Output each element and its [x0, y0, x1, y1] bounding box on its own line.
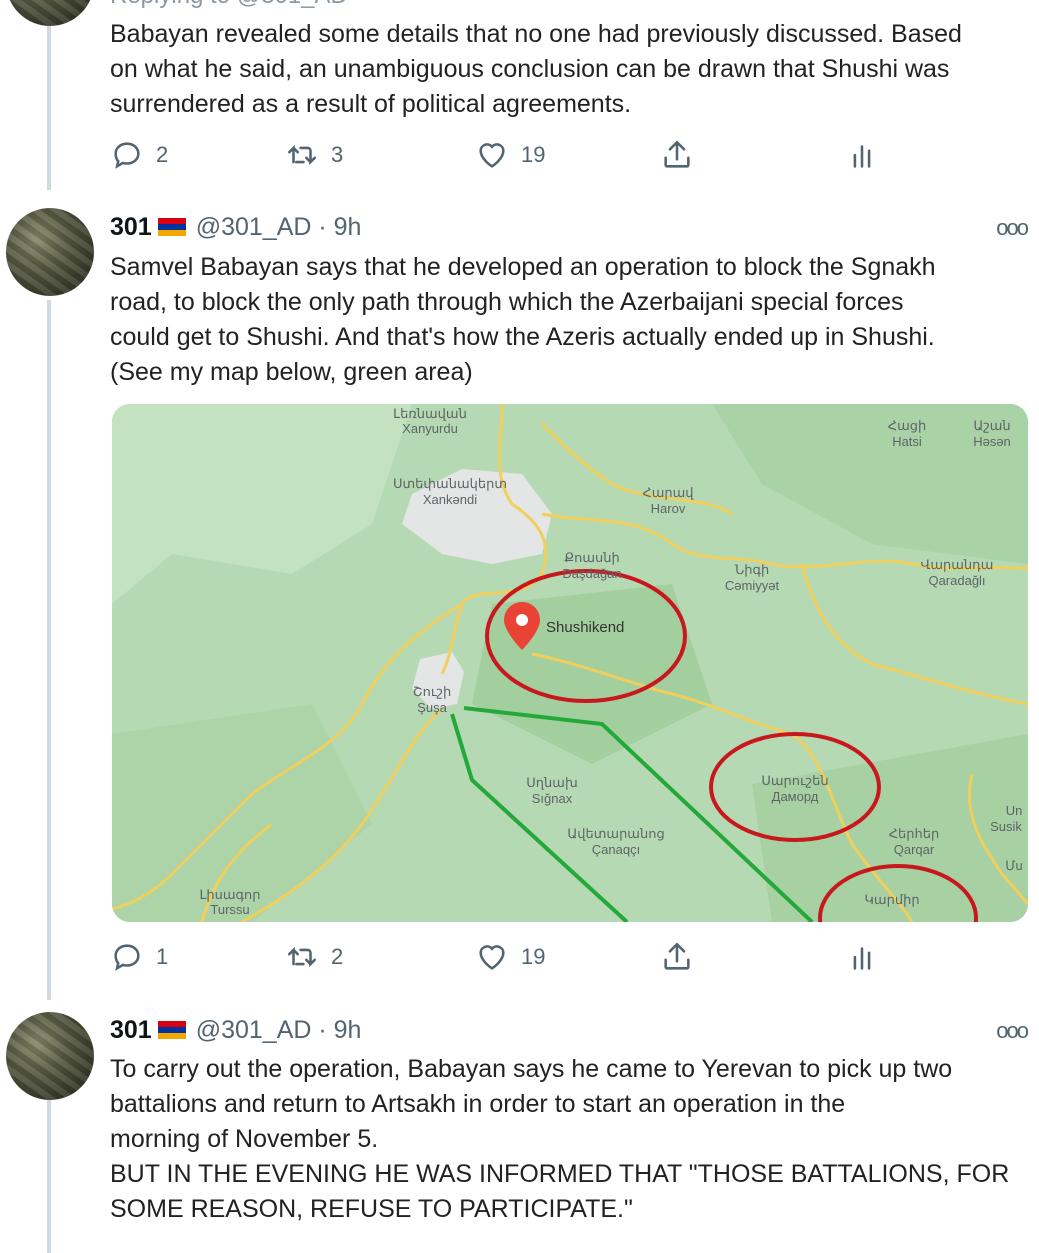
map-label: Həsən: [973, 434, 1011, 449]
map-label: Աշան: [973, 418, 1010, 433]
map-label: Şuşa: [417, 700, 447, 715]
like-button[interactable]: 19: [475, 138, 545, 172]
tweet-line: battalions and return to Artsakh in orde…: [110, 1090, 846, 1118]
map-label: Հարավ: [642, 485, 694, 500]
reply-button[interactable]: 2: [110, 138, 168, 172]
tweet-actions: 2 3 19: [110, 138, 910, 178]
map-label: Qarqar: [894, 842, 935, 857]
analytics-icon: [853, 145, 871, 168]
tweet-line: on what he said, an unambiguous conclusi…: [110, 55, 950, 83]
map-label: Un: [1006, 803, 1023, 818]
map-label: Susik: [990, 819, 1022, 834]
map-label: Լիսագոր: [199, 887, 260, 902]
map-label: Cəmiyyət: [725, 578, 780, 593]
armenia-flag-icon: [157, 1020, 186, 1040]
tweet-line: (See my map below, green area): [110, 358, 473, 386]
map-label: Xanyurdu: [402, 421, 458, 436]
armenia-flag-icon: [157, 217, 186, 237]
map-label-shushikend: Shushikend: [546, 619, 624, 636]
map-label: Ստեփանակերտ: [393, 476, 507, 491]
tweet-header: 301 @301_AD · 9h: [110, 212, 361, 242]
avatar[interactable]: [6, 0, 94, 26]
tweet-line: road, to block the only path through whi…: [110, 288, 904, 316]
tweet-text: Samvel Babayan says that he developed an…: [110, 250, 1020, 390]
map-label: Հացի: [888, 418, 926, 433]
map-label: Daşdağan: [562, 566, 621, 581]
thread-line-2: [47, 300, 51, 1000]
map-label: Qaradağlı: [928, 573, 985, 588]
handle-time[interactable]: @301_AD · 9h: [196, 1015, 362, 1045]
like-button[interactable]: 19: [475, 940, 545, 974]
retweet-icon: [287, 144, 317, 166]
map-label: Çanaqçı: [592, 842, 640, 857]
map-label: Turssu: [210, 902, 249, 917]
tweet-line: could get to Shushi. And that's how the …: [110, 323, 935, 351]
map-label: Xankəndi: [423, 492, 477, 507]
retweet-icon: [287, 946, 317, 968]
map-label: Լեռնավան: [393, 406, 467, 421]
reply-button[interactable]: 1: [110, 940, 168, 974]
tweet-line: surrendered as a result of political agr…: [110, 90, 632, 118]
reply-count: 2: [156, 142, 169, 167]
map-label: Hatsi: [892, 434, 922, 449]
more-options-icon[interactable]: ooo: [996, 1018, 1029, 1044]
tweet-line: BUT IN THE EVENING HE WAS INFORMED THAT …: [110, 1160, 1010, 1188]
tweet-line: To carry out the operation, Babayan says…: [110, 1055, 953, 1083]
thread-line-3: [47, 1100, 51, 1253]
more-options-icon[interactable]: ooo: [996, 215, 1029, 241]
tweet-line: Babayan revealed some details that no on…: [110, 20, 962, 48]
tweet-text: Babayan revealed some details that no on…: [110, 17, 1020, 122]
tweet-header: 301 @301_AD · 9h: [110, 1015, 361, 1045]
share-button[interactable]: [660, 940, 694, 974]
map-label: Սղնախ: [526, 775, 577, 790]
map-image[interactable]: Լեռնավան Xanyurdu Ստեփանակերտ Xankəndi Հ…: [112, 404, 1028, 922]
map-label: Даморд: [772, 789, 819, 804]
map-label: Հերհեր: [889, 826, 940, 841]
reply-icon: [114, 944, 140, 971]
tweet-line: Samvel Babayan says that he developed an…: [110, 253, 936, 281]
map-label: Կարմիր: [864, 892, 919, 907]
handle-time[interactable]: @301_AD · 9h: [196, 212, 362, 242]
share-button[interactable]: [660, 138, 694, 172]
map-label: Ավետարանոց: [567, 826, 664, 841]
map-label: Շուշի: [413, 684, 451, 699]
display-name[interactable]: 301: [110, 212, 152, 242]
like-count: 19: [521, 142, 546, 167]
heart-icon: [479, 945, 505, 970]
retweet-button[interactable]: 2: [285, 940, 343, 974]
analytics-icon: [853, 947, 871, 970]
display-name[interactable]: 301: [110, 1015, 152, 1045]
analytics-button[interactable]: [845, 940, 879, 974]
map-label: Վարանդա: [921, 557, 994, 572]
share-icon: [664, 140, 690, 168]
share-icon: [664, 942, 690, 970]
map-label: Նիգի: [735, 562, 770, 577]
like-count: 19: [521, 944, 546, 969]
retweet-button[interactable]: 3: [285, 138, 343, 172]
map-label: Քոասնի: [564, 550, 619, 565]
map-label: Մu: [1005, 858, 1023, 873]
map-label: Harov: [651, 501, 686, 516]
retweet-count: 3: [331, 142, 344, 167]
avatar[interactable]: [6, 208, 94, 296]
map-label: Sığnax: [532, 791, 573, 806]
map-label: Սարուշեն: [761, 773, 828, 788]
tweet-actions: 1 2 19: [110, 940, 910, 980]
tweet-line: SOME REASON, REFUSE TO PARTICIPATE.": [110, 1195, 633, 1223]
avatar[interactable]: [6, 1012, 94, 1100]
reply-icon: [114, 142, 140, 169]
retweet-count: 2: [331, 944, 344, 969]
thread-line-1: [47, 0, 51, 190]
tweet-text: To carry out the operation, Babayan says…: [110, 1052, 1020, 1227]
tweet-line: morning of November 5.: [110, 1125, 379, 1153]
heart-icon: [479, 143, 505, 168]
analytics-button[interactable]: [845, 138, 879, 172]
reply-count: 1: [156, 944, 169, 969]
replying-to[interactable]: Replying to @301_AD: [110, 0, 348, 10]
